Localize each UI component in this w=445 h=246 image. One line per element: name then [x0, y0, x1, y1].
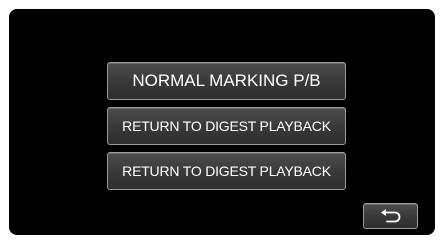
- normal-marking-playback-label: NORMAL MARKING P/B: [132, 71, 321, 90]
- back-button[interactable]: [363, 203, 418, 229]
- normal-marking-playback-button[interactable]: NORMAL MARKING P/B: [107, 62, 346, 100]
- camera-menu-screen: NORMAL MARKING P/B RETURN TO DIGEST PLAY…: [9, 9, 435, 235]
- return-to-digest-playback-label-2: RETURN TO DIGEST PLAYBACK: [122, 163, 331, 179]
- return-to-digest-playback-button-2[interactable]: RETURN TO DIGEST PLAYBACK: [107, 152, 346, 190]
- return-to-digest-playback-button[interactable]: RETURN TO DIGEST PLAYBACK: [107, 107, 346, 145]
- return-arrow-icon: [380, 209, 402, 223]
- return-to-digest-playback-label: RETURN TO DIGEST PLAYBACK: [122, 118, 331, 134]
